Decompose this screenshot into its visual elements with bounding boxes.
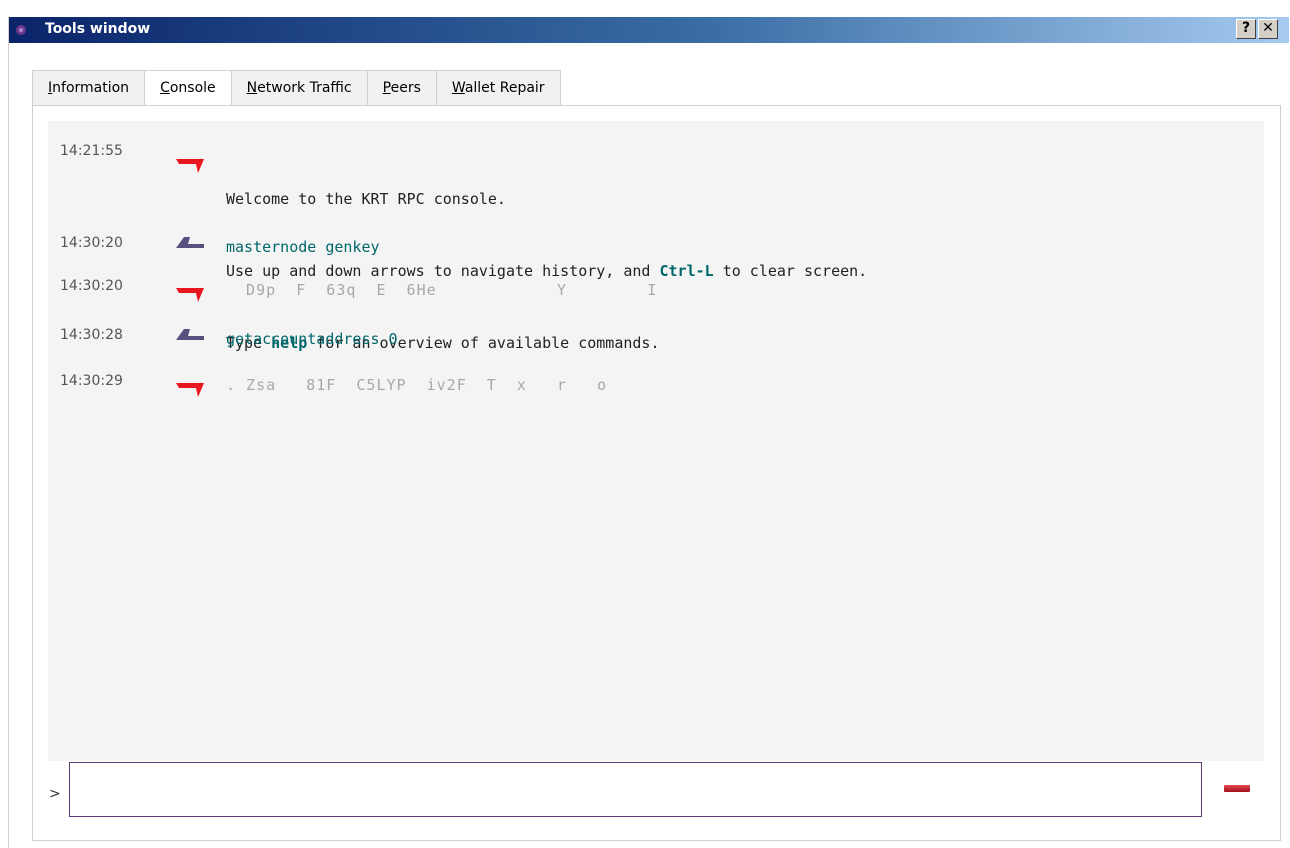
reply-arrow-icon	[176, 288, 204, 302]
message-time: 14:30:20	[60, 278, 123, 294]
close-button[interactable]: ✕	[1258, 19, 1278, 39]
message-time: 14:30:29	[60, 373, 123, 389]
message-text: masternode genkey	[226, 238, 380, 256]
tab-information[interactable]: Information	[32, 70, 145, 106]
request-arrow-icon	[176, 237, 204, 248]
message-text: D9p F 63q E 6He Y I	[226, 281, 658, 299]
help-button[interactable]: ?	[1236, 19, 1256, 39]
message-time: 14:30:28	[60, 327, 123, 343]
request-arrow-icon	[176, 329, 204, 340]
app-logo-icon	[16, 25, 26, 35]
tab-console[interactable]: Console	[144, 70, 231, 106]
tab-bar: Information Console Network Traffic Peer…	[32, 70, 561, 106]
message-text: Welcome to the KRT RPC console. Use up a…	[226, 139, 867, 403]
tab-peers[interactable]: Peers	[366, 70, 436, 106]
message-text: . Zsa 81F C5LYP iv2F T x r o	[226, 376, 608, 394]
reply-arrow-icon	[176, 383, 204, 397]
prompt-row: >	[33, 762, 1280, 820]
message-time: 14:21:55	[60, 143, 123, 159]
console-input[interactable]	[69, 762, 1202, 817]
message-time: 14:30:20	[60, 235, 123, 251]
message-text: getaccountaddress 0	[226, 330, 398, 348]
welcome-line-1: Welcome to the KRT RPC console.	[226, 190, 506, 208]
console-pane: 14:21:55 Welcome to the KRT RPC console.…	[32, 105, 1281, 841]
reply-arrow-icon	[176, 159, 204, 173]
tools-window: Tools window ? ✕ Information Console Net…	[8, 17, 1289, 848]
prompt-label: >	[49, 786, 61, 802]
window-title: Tools window	[45, 21, 151, 37]
tab-network-traffic[interactable]: Network Traffic	[230, 70, 367, 106]
title-bar[interactable]: Tools window ? ✕	[9, 17, 1289, 43]
console-output[interactable]: 14:21:55 Welcome to the KRT RPC console.…	[48, 121, 1264, 761]
tab-wallet-repair[interactable]: Wallet Repair	[435, 70, 561, 106]
clear-console-icon[interactable]	[1224, 782, 1250, 794]
